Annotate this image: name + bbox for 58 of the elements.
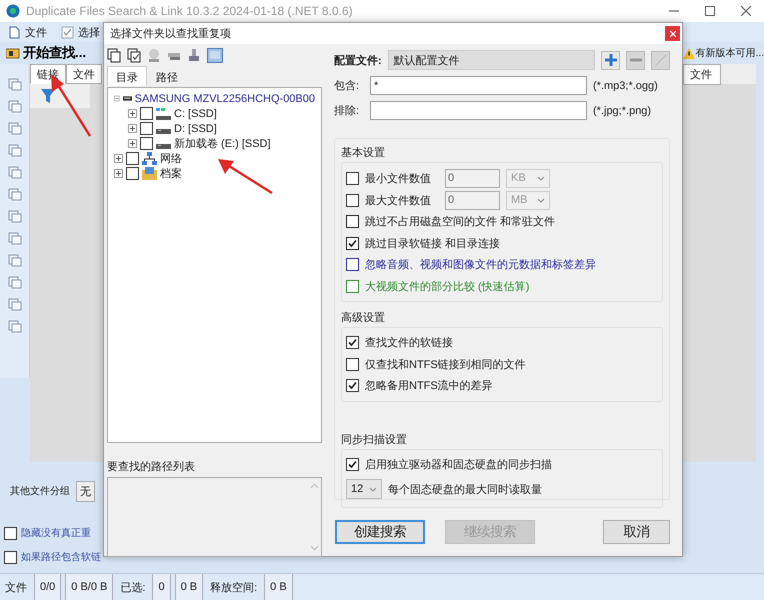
checkbox-label[interactable]: 跳过目录软链接 和目录连接: [365, 236, 500, 251]
checkbox-label[interactable]: 忽略备用NTFS流中的差异: [365, 378, 493, 394]
checkbox-label[interactable]: 最大文件数值: [365, 192, 431, 208]
status-text: 文件: [4, 580, 28, 596]
field-label: 其他文件分组: [10, 484, 70, 498]
count-dropdown[interactable]: 12: [346, 479, 382, 499]
status-text: 0: [152, 574, 171, 600]
hint-text: (*.mp3;*.ogg): [593, 80, 658, 92]
checkbox-label[interactable]: 忽略音频、视频和图像文件的元数据和标签差异: [365, 257, 596, 272]
hint-text: (*.jpg;*.png): [593, 104, 652, 116]
checkbox-label[interactable]: 跳过不占用磁盘空间的文件 和常驻文件: [365, 214, 556, 230]
tab[interactable]: 路径: [147, 66, 187, 86]
status-text: 0/0: [34, 574, 62, 600]
profile-field[interactable]: 默认配置文件: [388, 50, 595, 70]
menu-item[interactable]: 文件: [8, 24, 47, 40]
cancel-button[interactable]: 取消: [603, 520, 670, 544]
tree-item[interactable]: D: [SSD]: [174, 122, 217, 134]
menu-label: 文件: [25, 26, 47, 40]
checkbox-label[interactable]: 隐藏没有真正重: [21, 526, 91, 540]
status-text: 0 B/0 B: [65, 574, 114, 600]
create-search-button[interactable]: 创建搜索: [335, 520, 425, 544]
tree-item[interactable]: SAMSUNG MZVL2256HCHQ-00B00: [134, 92, 315, 104]
tab[interactable]: 目录: [107, 66, 147, 86]
column-header[interactable]: 文件: [683, 64, 721, 85]
column-header[interactable]: 文件: [66, 64, 102, 84]
number-field[interactable]: 0: [445, 168, 500, 188]
status-text: 0 B: [174, 574, 204, 600]
include-field[interactable]: *: [370, 76, 587, 95]
field-label: 包含:: [334, 79, 360, 93]
menu-item[interactable]: 选择: [61, 24, 100, 40]
tree-item[interactable]: 网络: [160, 151, 182, 166]
group-title: 基本设置: [341, 146, 386, 160]
checkbox-label[interactable]: 启用独立驱动器和固态硬盘的同步扫描: [365, 456, 552, 472]
group-title: 高级设置: [341, 310, 386, 325]
number-field[interactable]: 0: [445, 190, 500, 210]
start-search-button[interactable]: 开始查找...: [6, 44, 86, 62]
dialog-title: 选择文件夹以查找重复项: [110, 26, 231, 41]
checkbox-label[interactable]: 仅查找和NTFS链接到相同的文件: [365, 356, 526, 372]
grouping-dropdown[interactable]: 无: [76, 480, 95, 502]
group-title: 同步扫描设置: [341, 432, 408, 446]
tree-item[interactable]: 新加载卷 (E:) [SSD]: [174, 136, 271, 151]
checkbox-label[interactable]: 如果路径包含软链: [21, 550, 101, 564]
status-text: 已选:: [119, 580, 146, 596]
checkbox-label[interactable]: 最小文件数值: [365, 170, 431, 186]
checkbox-label[interactable]: 查找文件的软链接: [365, 335, 453, 350]
tree-item[interactable]: 档案: [160, 166, 182, 181]
field-label: 配置文件:: [334, 54, 382, 68]
status-text: 释放空间:: [209, 580, 258, 596]
status-text: 0 B: [264, 574, 293, 600]
menu-label: 选择: [78, 26, 100, 40]
update-notice[interactable]: 有新版本可用...: [696, 46, 764, 60]
window-title: Duplicate Files Search & Link 10.3.2 2024-01-18 (.NET 8.0.6): [26, 4, 353, 18]
field-label: 排除:: [334, 104, 360, 118]
tree-item[interactable]: C: [SSD]: [174, 108, 217, 120]
list-label: 要查找的路径列表: [107, 460, 196, 474]
checkbox-label[interactable]: 大视频文件的部分比较 (快速估算): [365, 278, 530, 294]
field-label: 每个固态硬盘的最大同时读取量: [388, 482, 542, 496]
folder-tree[interactable]: SAMSUNG MZVL2256HCHQ-00B00 C: [SSD] D: [SSD] 新加载卷 (E:) [SSD] 网络 档案: [107, 87, 322, 443]
